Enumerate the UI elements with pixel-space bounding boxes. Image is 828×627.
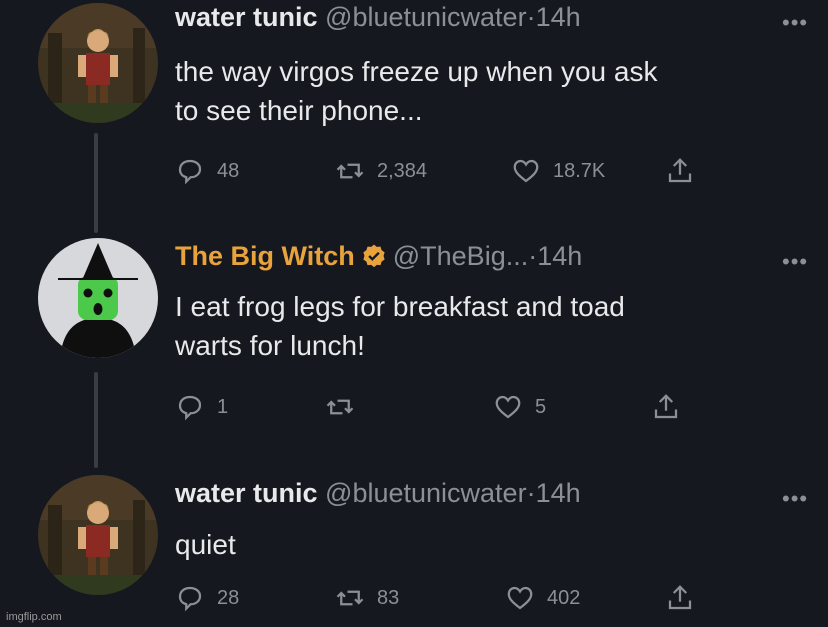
share-button[interactable]: [651, 392, 693, 422]
heart-icon: [495, 395, 521, 419]
thread-line: [94, 372, 98, 468]
share-icon: [668, 585, 692, 610]
handle[interactable]: @bluetunicwater: [325, 478, 527, 508]
display-name[interactable]: The Big Witch: [175, 241, 355, 271]
reply-icon: [178, 159, 202, 185]
more-options-icon[interactable]: •••: [782, 249, 808, 275]
retweet-button[interactable]: [325, 392, 367, 422]
retweet-button[interactable]: 2,384: [335, 156, 427, 186]
retweet-count: 83: [377, 586, 400, 609]
retweet-count: 2,384: [377, 159, 428, 182]
more-options-icon[interactable]: •••: [782, 10, 808, 36]
handle[interactable]: @bluetunicwater: [325, 2, 527, 32]
reply-count: 1: [217, 395, 229, 418]
tweet-text: the way virgos freeze up when you ask to…: [175, 52, 657, 130]
tweet-header: The Big Witch @TheBig...·14h: [175, 241, 582, 276]
watermark: imgflip.com: [6, 611, 62, 623]
reply-count: 28: [217, 586, 240, 609]
tweet-text-line: the way virgos freeze up when you ask: [175, 56, 658, 87]
share-button[interactable]: [665, 156, 707, 186]
reply-button[interactable]: 1: [175, 392, 228, 422]
separator: ·: [526, 478, 536, 508]
like-count: 18.7K: [553, 159, 606, 182]
share-icon: [668, 158, 692, 183]
like-button[interactable]: 18.7K: [511, 156, 605, 186]
separator: ·: [526, 2, 536, 32]
timestamp[interactable]: 14h: [536, 478, 581, 508]
share-button[interactable]: [665, 583, 707, 613]
tweet-text: I eat frog legs for breakfast and toad w…: [175, 287, 625, 365]
like-count: 5: [535, 395, 547, 418]
like-count: 402: [547, 586, 581, 609]
tweet-text-line: to see their phone...: [175, 95, 423, 126]
retweet-icon: [336, 590, 364, 606]
retweet-icon: [336, 163, 364, 179]
avatar[interactable]: [38, 3, 158, 123]
timestamp[interactable]: 14h: [536, 2, 581, 32]
reply-icon: [178, 586, 202, 612]
tweet-text: quiet: [175, 525, 236, 564]
display-name[interactable]: water tunic: [175, 478, 318, 508]
tweet-text-line: I eat frog legs for breakfast and toad: [175, 291, 625, 322]
tweet-header: water tunic @bluetunicwater·14h: [175, 478, 581, 509]
reply-icon: [178, 395, 202, 421]
heart-icon: [507, 586, 533, 610]
like-button[interactable]: 5: [493, 392, 546, 422]
reply-button[interactable]: 48: [175, 156, 239, 186]
avatar[interactable]: [38, 475, 158, 595]
verified-badge-icon: [361, 243, 387, 276]
tweet-actions: 28 83 402: [175, 583, 735, 617]
thread-line: [94, 133, 98, 233]
avatar[interactable]: [38, 238, 158, 358]
timestamp[interactable]: 14h: [537, 241, 582, 271]
like-button[interactable]: 402: [505, 583, 580, 613]
tweet-actions: 48 2,384 18.7K: [175, 156, 735, 190]
tweet-text-line: quiet: [175, 529, 236, 560]
reply-button[interactable]: 28: [175, 583, 239, 613]
handle[interactable]: @TheBig...: [393, 241, 528, 271]
tweet-header: water tunic @bluetunicwater·14h: [175, 2, 581, 33]
separator: ·: [528, 241, 538, 271]
display-name[interactable]: water tunic: [175, 2, 318, 32]
tweet-actions: 1 5: [175, 392, 735, 426]
retweet-icon: [326, 399, 354, 415]
reply-count: 48: [217, 159, 240, 182]
share-icon: [654, 394, 678, 419]
heart-icon: [513, 159, 539, 183]
retweet-button[interactable]: 83: [335, 583, 399, 613]
tweet-text-line: warts for lunch!: [175, 330, 365, 361]
more-options-icon[interactable]: •••: [782, 486, 808, 512]
